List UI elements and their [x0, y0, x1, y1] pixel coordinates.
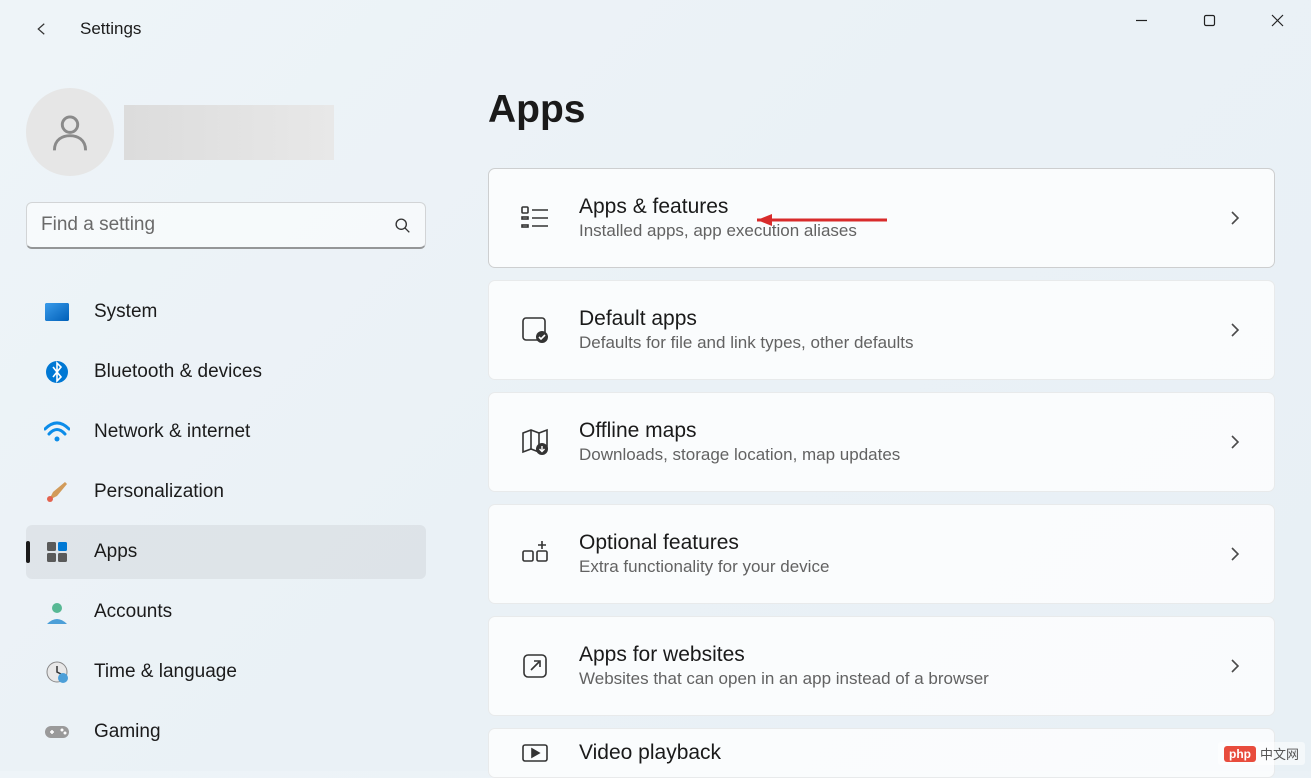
nav-label: Network & internet	[94, 421, 250, 443]
nav-label: Gaming	[94, 721, 161, 743]
titlebar: Settings	[0, 0, 1311, 58]
nav-label: Personalization	[94, 481, 224, 503]
search-input[interactable]	[41, 214, 394, 236]
nav-gaming[interactable]: Gaming	[26, 705, 426, 759]
card-desc: Extra functionality for your device	[579, 557, 1226, 577]
card-desc: Defaults for file and link types, other …	[579, 333, 1226, 353]
nav-apps[interactable]: Apps	[26, 525, 426, 579]
apps-list-icon	[519, 202, 551, 234]
close-button[interactable]	[1243, 0, 1311, 40]
nav-network[interactable]: Network & internet	[26, 405, 426, 459]
optional-icon	[519, 538, 551, 570]
card-desc: Downloads, storage location, map updates	[579, 445, 1226, 465]
main: Apps Apps & features Installed apps, app…	[460, 58, 1311, 771]
chevron-right-icon	[1226, 209, 1244, 227]
card-title: Apps & features	[579, 195, 1226, 219]
search-box[interactable]	[26, 202, 426, 249]
card-apps-websites[interactable]: Apps for websites Websites that can open…	[488, 616, 1275, 716]
nav-label: Apps	[94, 541, 137, 563]
avatar	[26, 88, 114, 176]
nav-label: System	[94, 301, 157, 323]
nav-bluetooth[interactable]: Bluetooth & devices	[26, 345, 426, 399]
nav-label: Accounts	[94, 601, 172, 623]
search-icon	[394, 217, 411, 234]
watermark-logo: php	[1224, 746, 1256, 762]
card-title: Default apps	[579, 307, 1226, 331]
gaming-icon	[44, 719, 70, 745]
user-block[interactable]	[26, 88, 426, 176]
watermark: php 中文网	[1218, 742, 1305, 765]
nav-time[interactable]: Time & language	[26, 645, 426, 699]
chevron-right-icon	[1226, 545, 1244, 563]
map-icon	[519, 426, 551, 458]
sidebar: System Bluetooth & devices Network & int…	[0, 58, 460, 771]
back-button[interactable]	[22, 9, 62, 49]
nav-system[interactable]: System	[26, 285, 426, 339]
video-icon	[519, 737, 551, 769]
default-apps-icon	[519, 314, 551, 346]
minimize-button[interactable]	[1107, 0, 1175, 40]
card-title: Apps for websites	[579, 643, 1226, 667]
app-title: Settings	[80, 19, 141, 39]
nav-personalization[interactable]: Personalization	[26, 465, 426, 519]
chevron-right-icon	[1226, 321, 1244, 339]
brush-icon	[44, 479, 70, 505]
nav-accounts[interactable]: Accounts	[26, 585, 426, 639]
window-controls	[1107, 0, 1311, 40]
card-title: Video playback	[579, 741, 1226, 765]
card-desc: Websites that can open in an app instead…	[579, 669, 1226, 689]
nav-label: Bluetooth & devices	[94, 361, 262, 383]
card-optional-features[interactable]: Optional features Extra functionality fo…	[488, 504, 1275, 604]
watermark-text: 中文网	[1260, 744, 1299, 763]
nav: System Bluetooth & devices Network & int…	[26, 285, 426, 759]
user-name-redacted	[124, 105, 334, 160]
account-icon	[44, 599, 70, 625]
maximize-button[interactable]	[1175, 0, 1243, 40]
nav-label: Time & language	[94, 661, 237, 683]
cards: Apps & features Installed apps, app exec…	[488, 168, 1275, 778]
chevron-right-icon	[1226, 433, 1244, 451]
card-offline-maps[interactable]: Offline maps Downloads, storage location…	[488, 392, 1275, 492]
bluetooth-icon	[44, 359, 70, 385]
chevron-right-icon	[1226, 657, 1244, 675]
time-icon	[44, 659, 70, 685]
websites-icon	[519, 650, 551, 682]
card-default-apps[interactable]: Default apps Defaults for file and link …	[488, 280, 1275, 380]
wifi-icon	[44, 419, 70, 445]
card-title: Offline maps	[579, 419, 1226, 443]
system-icon	[44, 299, 70, 325]
apps-icon	[44, 539, 70, 565]
card-apps-features[interactable]: Apps & features Installed apps, app exec…	[488, 168, 1275, 268]
page-title: Apps	[488, 88, 1275, 132]
card-title: Optional features	[579, 531, 1226, 555]
card-desc: Installed apps, app execution aliases	[579, 221, 1226, 241]
